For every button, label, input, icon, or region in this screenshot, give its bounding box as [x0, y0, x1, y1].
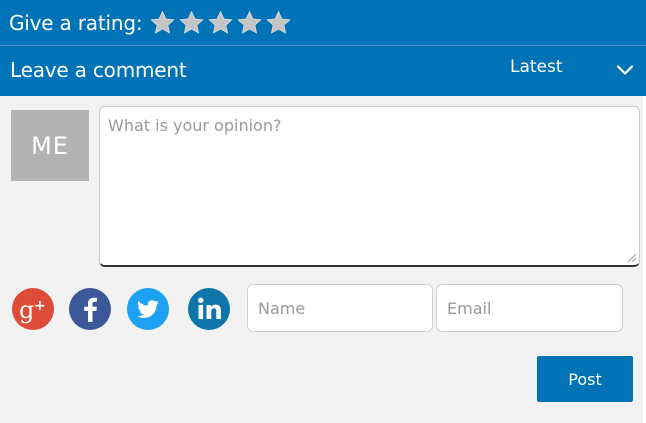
chevron-down-icon	[616, 65, 634, 75]
facebook-icon[interactable]	[68, 287, 112, 331]
resize-grip-icon[interactable]	[626, 252, 637, 263]
comment-composer: ME g + Post	[0, 96, 646, 423]
avatar: ME	[11, 110, 89, 181]
star-icon[interactable]	[206, 9, 235, 37]
rating-bar: Give a rating:	[0, 0, 646, 45]
star-rating[interactable]	[148, 8, 293, 38]
svg-text:g: g	[19, 296, 34, 324]
twitter-icon[interactable]	[126, 287, 170, 331]
linkedin-icon[interactable]	[187, 287, 231, 331]
comment-header: Leave a comment Latest	[0, 46, 646, 96]
opinion-textarea[interactable]	[99, 106, 640, 267]
star-icon[interactable]	[148, 9, 177, 37]
comment-title: Leave a comment	[10, 58, 187, 82]
star-icon[interactable]	[264, 9, 293, 37]
sort-selected-label: Latest	[510, 57, 563, 77]
avatar-initials: ME	[31, 131, 69, 160]
rating-label: Give a rating:	[9, 10, 143, 35]
name-field[interactable]	[247, 284, 433, 332]
google-plus-icon[interactable]: g +	[11, 287, 55, 331]
email-field[interactable]	[436, 284, 623, 332]
star-icon[interactable]	[177, 9, 206, 37]
sort-dropdown[interactable]: Latest	[470, 46, 646, 96]
post-button[interactable]: Post	[537, 356, 633, 402]
svg-text:+: +	[34, 298, 46, 314]
star-icon[interactable]	[235, 9, 264, 37]
